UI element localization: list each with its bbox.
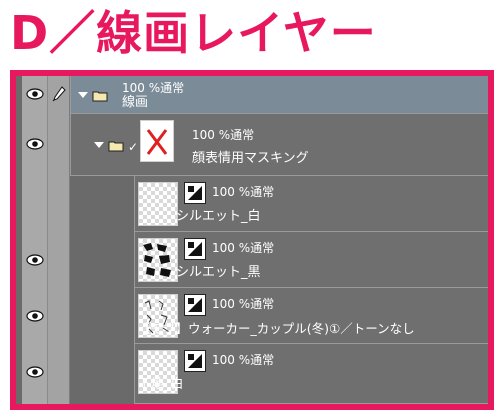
layer-name: 線画: [122, 95, 149, 110]
layer-name: シルエット_黒: [176, 265, 261, 280]
layer-name: 下地_白: [138, 377, 184, 392]
layer-mode: 100 %通常: [212, 297, 275, 311]
layer-panel-frame: 100 %通常 線画 ✓ 100 %通常 顔表情用マスキング 100 %通常 シ…: [10, 70, 494, 410]
layer-row-silhouette-black[interactable]: 100 %通常 シルエット_黒: [16, 232, 488, 288]
layer-panel: 100 %通常 線画 ✓ 100 %通常 顔表情用マスキング 100 %通常 シ…: [16, 76, 488, 404]
layer-name: 顔表情用マスキング: [192, 151, 309, 166]
layer-name: 【モブ】ウォーカー_カップル(冬)①／トーンなし: [138, 321, 415, 336]
layer-name: シルエット_白: [176, 209, 261, 224]
layer-row-face-mask[interactable]: ✓ 100 %通常 顔表情用マスキング: [16, 114, 488, 176]
folder-icon: [92, 91, 108, 102]
eye-icon[interactable]: [26, 88, 44, 100]
raster-layer-icon: [184, 350, 206, 372]
layer-mode: 100 %通常: [212, 185, 275, 199]
eye-icon[interactable]: [26, 366, 44, 378]
folder-icon: [108, 141, 124, 152]
raster-layer-icon: [184, 182, 206, 204]
layer-mode: 100 %通常: [212, 241, 275, 255]
layer-thumbnail[interactable]: [138, 182, 178, 226]
layer-row-silhouette-white[interactable]: 100 %通常 シルエット_白: [16, 176, 488, 232]
eye-icon[interactable]: [26, 310, 44, 322]
eye-icon[interactable]: [26, 254, 44, 266]
mask-x-icon: [146, 129, 168, 155]
layer-row-lineart[interactable]: 100 %通常 線画: [16, 76, 488, 114]
layer-mode: 100 %通常: [192, 128, 255, 142]
pen-icon[interactable]: [52, 86, 66, 102]
mask-thumbnail[interactable]: [140, 120, 174, 162]
expand-triangle-icon[interactable]: [94, 142, 104, 148]
raster-layer-icon: [184, 238, 206, 260]
mask-enabled-check-icon[interactable]: ✓: [128, 141, 138, 153]
layer-mode: 100 %通常: [212, 353, 275, 367]
layer-mode: 100 %通常: [122, 81, 185, 95]
layer-row-mob-walker[interactable]: 100 %通常 【モブ】ウォーカー_カップル(冬)①／トーンなし: [16, 288, 488, 344]
layer-row-base-white[interactable]: 100 %通常 下地_白: [16, 344, 488, 404]
page-headline: D／線画レイヤー: [10, 6, 377, 60]
expand-triangle-icon[interactable]: [78, 92, 88, 98]
raster-layer-icon: [184, 294, 206, 316]
layer-thumbnail[interactable]: [138, 238, 178, 282]
eye-icon[interactable]: [26, 138, 44, 150]
